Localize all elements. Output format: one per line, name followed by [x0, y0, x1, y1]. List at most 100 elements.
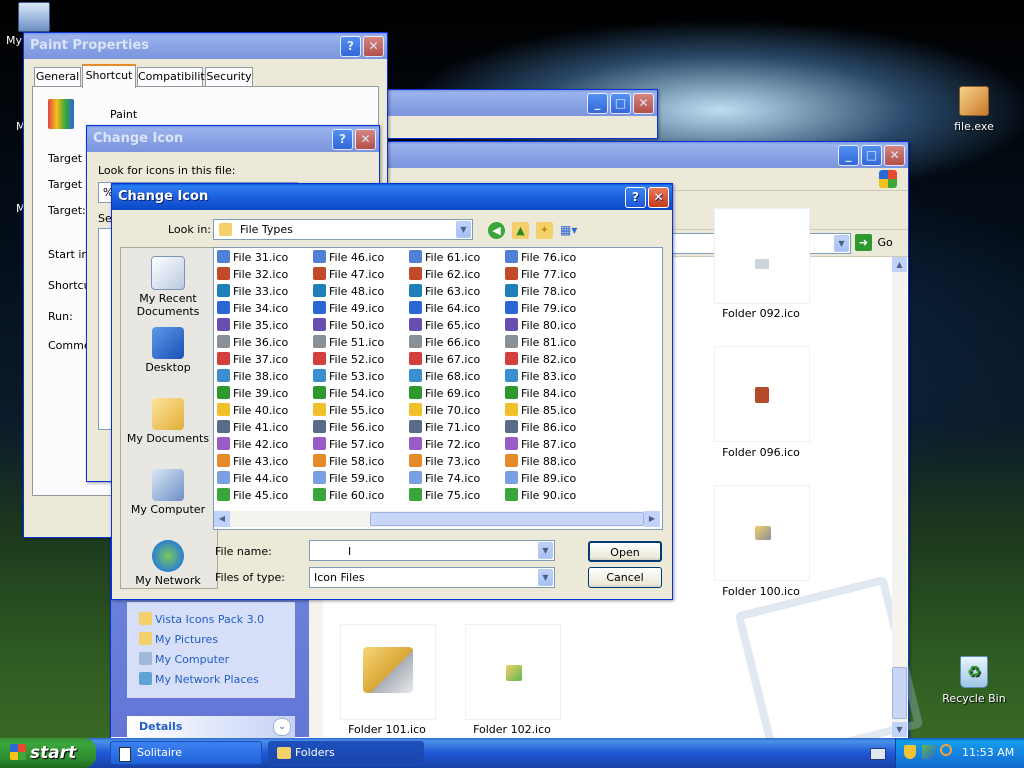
file-list-item[interactable]: File 63.ico — [409, 283, 480, 300]
desktop-icon-recycle-bin[interactable]: ♻ Recycle Bin — [934, 656, 1014, 705]
start-button[interactable]: start — [0, 738, 96, 768]
tile-folder-100[interactable] — [714, 485, 810, 581]
file-list-item[interactable]: File 31.ico — [217, 249, 288, 266]
file-list-item[interactable]: File 51.ico — [313, 334, 384, 351]
minimize-button[interactable]: _ — [587, 93, 608, 114]
close-button[interactable]: ✕ — [355, 129, 376, 150]
scroll-thumb[interactable] — [892, 667, 907, 719]
background-window-titlebar[interactable]: _ □ ✕ — [381, 90, 657, 116]
file-list-item[interactable]: File 81.ico — [505, 334, 576, 351]
tab-general[interactable]: General — [34, 67, 81, 88]
scroll-up-button[interactable]: ▲ — [892, 257, 907, 272]
file-list-item[interactable]: File 85.ico — [505, 402, 576, 419]
file-list-item[interactable]: File 36.ico — [217, 334, 288, 351]
place-my-network[interactable]: My Network — [120, 540, 216, 587]
tile-folder-092[interactable] — [714, 208, 810, 304]
file-list-item[interactable]: File 57.ico — [313, 436, 384, 453]
chevron-down-icon[interactable]: ▼ — [538, 569, 553, 586]
file-list-item[interactable]: File 37.ico — [217, 351, 288, 368]
minimize-button[interactable]: _ — [838, 145, 859, 166]
maximize-button[interactable]: □ — [861, 145, 882, 166]
place-my-computer[interactable]: My Computer — [120, 469, 216, 516]
file-list-item[interactable]: File 46.ico — [313, 249, 384, 266]
file-list-item[interactable]: File 73.ico — [409, 453, 480, 470]
chevron-down-icon[interactable]: ▼ — [834, 235, 849, 252]
help-button[interactable]: ? — [625, 187, 646, 208]
open-button[interactable]: Open — [588, 541, 662, 562]
maximize-button[interactable]: □ — [610, 93, 631, 114]
file-list-item[interactable]: File 43.ico — [217, 453, 288, 470]
file-list-item[interactable]: File 68.ico — [409, 368, 480, 385]
chevron-down-icon[interactable]: ⌄ — [273, 718, 291, 736]
file-list-item[interactable]: File 72.ico — [409, 436, 480, 453]
close-button[interactable]: ✕ — [648, 187, 669, 208]
file-list-item[interactable]: File 74.ico — [409, 470, 480, 487]
up-folder-icon[interactable]: ▲ — [512, 222, 529, 239]
chevron-down-icon[interactable]: ▼ — [538, 542, 553, 559]
content-scrollbar[interactable]: ▲ ▼ — [892, 257, 907, 737]
desktop-icon-file-exe[interactable]: file.exe — [934, 86, 1014, 133]
file-list-item[interactable]: File 84.ico — [505, 385, 576, 402]
file-list-item[interactable]: File 71.ico — [409, 419, 480, 436]
file-list-item[interactable]: File 53.ico — [313, 368, 384, 385]
file-list-item[interactable]: File 34.ico — [217, 300, 288, 317]
file-list-item[interactable]: File 50.ico — [313, 317, 384, 334]
file-list-item[interactable]: File 70.ico — [409, 402, 480, 419]
file-list-item[interactable]: File 79.ico — [505, 300, 576, 317]
file-list-hscrollbar[interactable]: ◀ ▶ — [214, 511, 660, 527]
file-list-item[interactable]: File 58.ico — [313, 453, 384, 470]
file-list-item[interactable]: File 35.ico — [217, 317, 288, 334]
scroll-right-button[interactable]: ▶ — [644, 511, 660, 527]
file-list-item[interactable]: File 32.ico — [217, 266, 288, 283]
file-list-item[interactable]: File 65.ico — [409, 317, 480, 334]
taskbar-button-folders[interactable]: Folders — [268, 741, 424, 765]
file-list-item[interactable]: File 75.ico — [409, 487, 480, 504]
change-icon-back-titlebar[interactable]: Change Icon ? ✕ — [87, 126, 379, 152]
file-list-item[interactable]: File 39.ico — [217, 385, 288, 402]
tile-folder-102[interactable] — [465, 624, 561, 720]
chevron-down-icon[interactable]: ▼ — [456, 221, 471, 238]
paint-properties-titlebar[interactable]: Paint Properties ? ✕ — [24, 33, 387, 59]
other-place-my-computer[interactable]: My Computer — [139, 652, 229, 666]
file-list-item[interactable]: File 47.ico — [313, 266, 384, 283]
file-list-item[interactable]: File 62.ico — [409, 266, 480, 283]
file-list-item[interactable]: File 41.ico — [217, 419, 288, 436]
back-icon[interactable]: ◀ — [488, 222, 505, 239]
scroll-thumb[interactable] — [370, 512, 644, 526]
file-list-item[interactable]: File 77.ico — [505, 266, 576, 283]
file-list-item[interactable]: File 33.ico — [217, 283, 288, 300]
search-icon[interactable] — [940, 744, 952, 756]
file-list-item[interactable]: File 55.ico — [313, 402, 384, 419]
place-my-documents[interactable]: My Documents — [120, 398, 216, 445]
taskbar-button-solitaire[interactable]: Solitaire — [110, 741, 262, 765]
other-place-my-pictures[interactable]: My Pictures — [139, 632, 218, 646]
place-my-recent-documents[interactable]: My Recent Documents — [120, 256, 216, 318]
file-list[interactable]: File 31.ico File 32.ico File 33.ico File 34… — [213, 247, 663, 530]
file-list-item[interactable]: File 87.ico — [505, 436, 576, 453]
new-folder-icon[interactable]: ✦ — [536, 222, 553, 239]
view-menu-icon[interactable]: ▦▾ — [560, 222, 582, 239]
open-dialog-titlebar[interactable]: Change Icon ? ✕ — [112, 184, 672, 210]
file-list-item[interactable]: File 88.ico — [505, 453, 576, 470]
file-list-item[interactable]: File 89.ico — [505, 470, 576, 487]
help-button[interactable]: ? — [340, 36, 361, 57]
file-list-item[interactable]: File 48.ico — [313, 283, 384, 300]
file-list-item[interactable]: File 61.ico — [409, 249, 480, 266]
other-place-my-network[interactable]: My Network Places — [139, 672, 259, 686]
tile-folder-101[interactable] — [340, 624, 436, 720]
file-list-item[interactable]: File 60.ico — [313, 487, 384, 504]
file-list-item[interactable]: File 44.ico — [217, 470, 288, 487]
file-list-item[interactable]: File 40.ico — [217, 402, 288, 419]
tab-compatibility[interactable]: Compatibility — [137, 67, 211, 88]
file-list-item[interactable]: File 86.ico — [505, 419, 576, 436]
file-list-item[interactable]: File 56.ico — [313, 419, 384, 436]
file-list-item[interactable]: File 52.ico — [313, 351, 384, 368]
file-list-item[interactable]: File 54.ico — [313, 385, 384, 402]
file-list-item[interactable]: File 67.ico — [409, 351, 480, 368]
files-of-type-select[interactable]: Icon Files ▼ — [309, 567, 555, 588]
file-list-item[interactable]: File 38.ico — [217, 368, 288, 385]
file-list-item[interactable]: File 76.ico — [505, 249, 576, 266]
file-list-item[interactable]: File 42.ico — [217, 436, 288, 453]
tile-folder-096[interactable] — [714, 346, 810, 442]
file-list-item[interactable]: File 59.ico — [313, 470, 384, 487]
